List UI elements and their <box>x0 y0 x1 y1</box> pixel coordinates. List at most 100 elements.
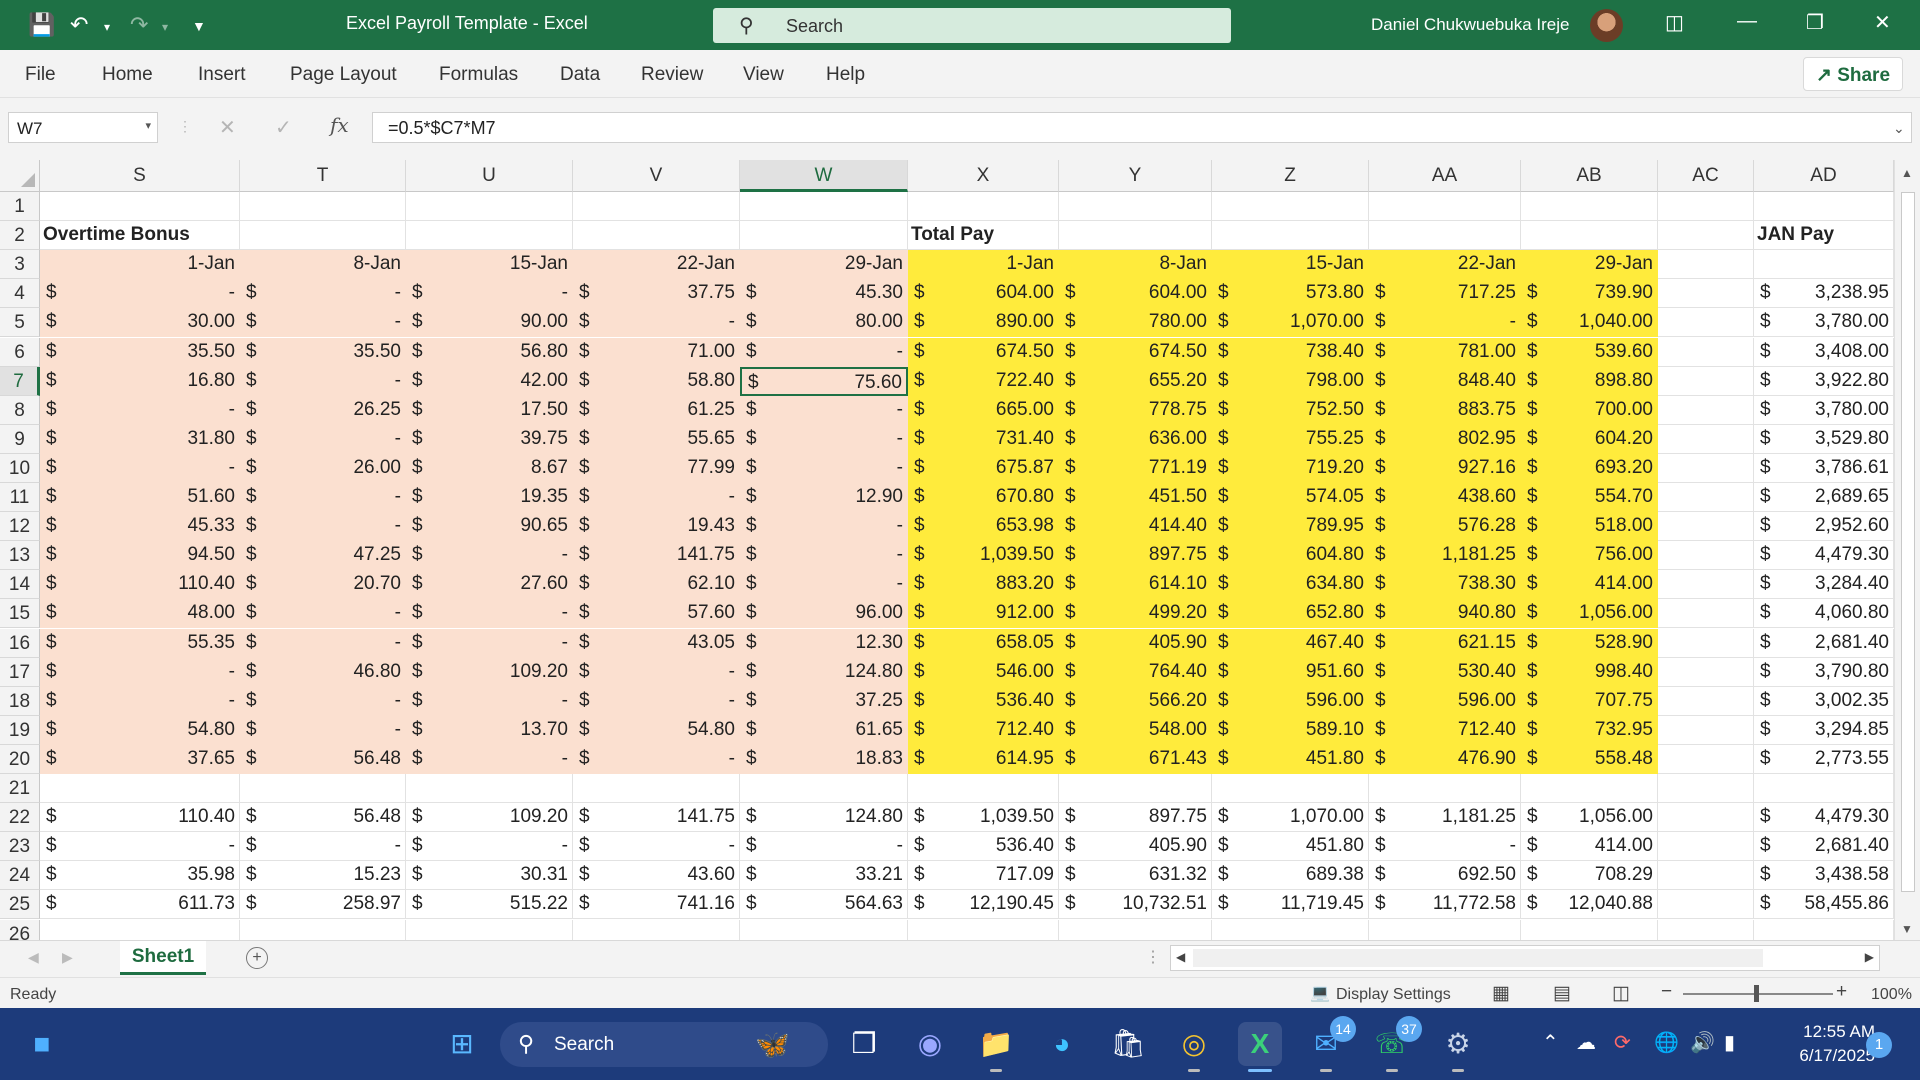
cell-Y8[interactable]: $778.75 <box>1059 395 1212 425</box>
widgets-icon[interactable]: ■ <box>20 1022 64 1066</box>
cell-S25[interactable]: $611.73 <box>40 890 240 920</box>
row-header[interactable]: 12 <box>0 512 40 542</box>
cell-AB8[interactable]: $700.00 <box>1521 395 1658 425</box>
cell-AC21[interactable] <box>1658 774 1754 804</box>
row-header[interactable]: 20 <box>0 744 40 774</box>
row-header[interactable]: 7 <box>0 366 40 396</box>
tab-view[interactable]: View <box>743 64 784 86</box>
row-header[interactable]: 5 <box>0 308 40 338</box>
cell-U3[interactable]: 15-Jan <box>406 250 573 280</box>
redo-dropdown-icon[interactable]: ▾ <box>162 20 168 34</box>
cell-X9[interactable]: $731.40 <box>908 424 1059 454</box>
cell-AC9[interactable] <box>1658 424 1754 454</box>
cell-AA14[interactable]: $738.30 <box>1369 570 1521 600</box>
cell-AA10[interactable]: $927.16 <box>1369 453 1521 483</box>
cell-AA8[interactable]: $883.75 <box>1369 395 1521 425</box>
select-all-corner[interactable] <box>0 160 40 192</box>
cell-AA7[interactable]: $848.40 <box>1369 366 1521 396</box>
cell-AA16[interactable]: $621.15 <box>1369 628 1521 658</box>
cell-U11[interactable]: $19.35 <box>406 483 573 513</box>
cell-V5[interactable]: $ - <box>573 308 740 338</box>
cell-S24[interactable]: $35.98 <box>40 861 240 891</box>
ribbon-display-icon[interactable]: ◫ <box>1665 10 1684 35</box>
row-header[interactable]: 19 <box>0 715 40 745</box>
cell-AC15[interactable] <box>1658 599 1754 629</box>
column-header[interactable]: Y <box>1059 160 1212 192</box>
column-header[interactable]: AA <box>1369 160 1521 192</box>
cell-U4[interactable]: $ - <box>406 279 573 309</box>
cell-AD11[interactable]: $2,689.65 <box>1754 483 1894 513</box>
cell-Z19[interactable]: $589.10 <box>1212 715 1369 745</box>
expand-formula-icon[interactable]: ⌄ <box>1893 120 1905 137</box>
cell-T18[interactable]: $ - <box>240 686 406 716</box>
cell-V21[interactable] <box>573 774 740 804</box>
cell-AB6[interactable]: $539.60 <box>1521 337 1658 367</box>
cell-Y26[interactable] <box>1059 919 1212 940</box>
teams-icon[interactable]: ◉ <box>908 1022 952 1066</box>
cell-V18[interactable]: $ - <box>573 686 740 716</box>
horizontal-scroll-thumb[interactable] <box>1193 949 1763 967</box>
cell-Y23[interactable]: $405.90 <box>1059 832 1212 862</box>
cell-AA6[interactable]: $781.00 <box>1369 337 1521 367</box>
cell-Y9[interactable]: $636.00 <box>1059 424 1212 454</box>
start-icon[interactable]: ⊞ <box>440 1022 484 1066</box>
cell-X6[interactable]: $674.50 <box>908 337 1059 367</box>
cell-X18[interactable]: $536.40 <box>908 686 1059 716</box>
tab-review[interactable]: Review <box>641 64 703 86</box>
cell-AB16[interactable]: $528.90 <box>1521 628 1658 658</box>
cell-V8[interactable]: $61.25 <box>573 395 740 425</box>
undo-icon[interactable]: ↶ <box>70 12 88 38</box>
cell-AB19[interactable]: $732.95 <box>1521 715 1658 745</box>
onedrive-icon[interactable]: ☁ <box>1576 1030 1596 1055</box>
cell-S17[interactable]: $ - <box>40 657 240 687</box>
cell-Z15[interactable]: $652.80 <box>1212 599 1369 629</box>
cell-Y22[interactable]: $897.75 <box>1059 803 1212 833</box>
cell-AA21[interactable] <box>1369 774 1521 804</box>
cell-Y25[interactable]: $10,732.51 <box>1059 890 1212 920</box>
cell-AD8[interactable]: $3,780.00 <box>1754 395 1894 425</box>
row-header[interactable]: 25 <box>0 890 40 920</box>
cell-AB10[interactable]: $693.20 <box>1521 453 1658 483</box>
row-header[interactable]: 17 <box>0 657 40 687</box>
cell-T5[interactable]: $ - <box>240 308 406 338</box>
cell-AC5[interactable] <box>1658 308 1754 338</box>
column-header[interactable]: AC <box>1658 160 1754 192</box>
cell-V10[interactable]: $77.99 <box>573 453 740 483</box>
cell-U18[interactable]: $ - <box>406 686 573 716</box>
cell-AD13[interactable]: $4,479.30 <box>1754 541 1894 571</box>
autosave-icon[interactable]: 💾 <box>28 12 55 38</box>
excel-icon[interactable]: X <box>1238 1022 1282 1072</box>
cell-AB26[interactable] <box>1521 919 1658 940</box>
zoom-in-icon[interactable]: + <box>1836 981 1847 1003</box>
cell-V24[interactable]: $43.60 <box>573 861 740 891</box>
cell-T21[interactable] <box>240 774 406 804</box>
cell-AB15[interactable]: $1,056.00 <box>1521 599 1658 629</box>
cell-AA19[interactable]: $712.40 <box>1369 715 1521 745</box>
sheet-tab-sheet1[interactable]: Sheet1 <box>120 941 206 975</box>
cell-AA22[interactable]: $1,181.25 <box>1369 803 1521 833</box>
row-header[interactable]: 11 <box>0 483 40 513</box>
cell-T26[interactable] <box>240 919 406 940</box>
cell-AC7[interactable] <box>1658 366 1754 396</box>
cell-AD3[interactable] <box>1754 250 1894 280</box>
cell-Z2[interactable] <box>1212 221 1369 251</box>
row-header[interactable]: 21 <box>0 774 40 804</box>
cell-T1[interactable] <box>240 192 406 222</box>
cell-AB12[interactable]: $518.00 <box>1521 512 1658 542</box>
battery-icon[interactable]: ▮ <box>1724 1030 1735 1055</box>
cell-W1[interactable] <box>740 192 908 222</box>
row-header[interactable]: 16 <box>0 628 40 658</box>
cell-V25[interactable]: $741.16 <box>573 890 740 920</box>
cell-Y7[interactable]: $655.20 <box>1059 366 1212 396</box>
cell-X3[interactable]: 1-Jan <box>908 250 1059 280</box>
cell-S5[interactable]: $30.00 <box>40 308 240 338</box>
notification-badge[interactable]: 1 <box>1866 1032 1892 1058</box>
cell-V20[interactable]: $ - <box>573 744 740 774</box>
minimize-icon[interactable]: — <box>1737 10 1757 33</box>
cell-W6[interactable]: $ - <box>740 337 908 367</box>
column-header[interactable]: U <box>406 160 573 192</box>
cell-T3[interactable]: 8-Jan <box>240 250 406 280</box>
cell-S26[interactable] <box>40 919 240 940</box>
restore-icon[interactable]: ❐ <box>1806 10 1824 35</box>
tab-file[interactable]: File <box>25 64 56 86</box>
